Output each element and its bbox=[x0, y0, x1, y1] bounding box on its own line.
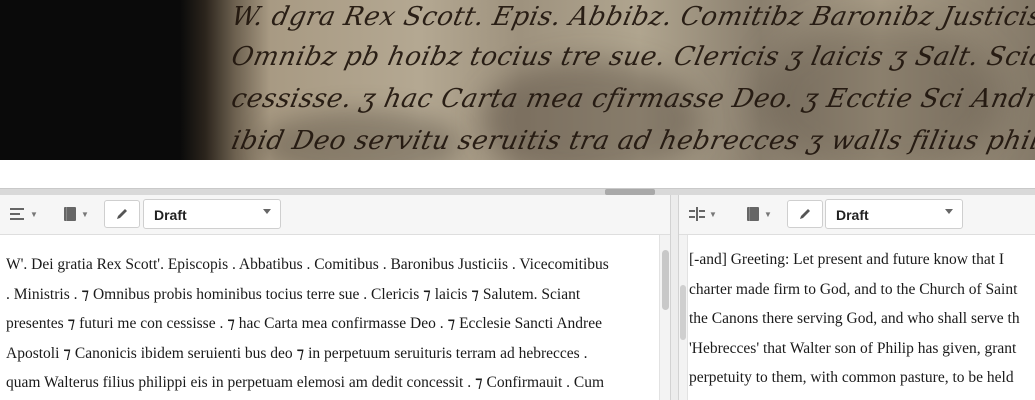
translation-line: 'Hebrecces' that Walter son of Philip ha… bbox=[689, 339, 1017, 357]
edit-button[interactable] bbox=[787, 200, 823, 228]
manuscript-line-1: W. dgra Rex Scott. Epis. Abbibz. Comitib… bbox=[228, 2, 1035, 32]
translation-text[interactable]: [-and] Greeting: Let present and future … bbox=[689, 245, 1020, 393]
transcription-toolbar: ▼ ▼ Draft bbox=[0, 195, 670, 235]
chevron-down-icon: ▼ bbox=[30, 209, 38, 219]
manuscript-line-3: cessisse. ʒ hac Carta mea cfirmasse Deo.… bbox=[228, 84, 1035, 114]
transcription-line: W'. Dei gratia Rex Scott'. Episcopis . A… bbox=[6, 256, 609, 273]
transcription-line: presentes ⁊ futuri me con cessisse . ⁊ h… bbox=[6, 315, 602, 332]
dropdown-arrow-icon bbox=[263, 209, 271, 214]
transcription-line: Apostoli ⁊ Canonicis ibidem seruienti bu… bbox=[6, 344, 588, 362]
dropdown-arrow-icon bbox=[945, 209, 953, 214]
translation-line: the Canons there serving God, and who sh… bbox=[689, 310, 1020, 327]
translation-toolbar: ▼ ▼ Draft bbox=[679, 195, 1035, 235]
vertical-splitter[interactable] bbox=[671, 195, 678, 400]
pencil-icon bbox=[800, 209, 810, 219]
transcription-text[interactable]: W'. Dei gratia Rex Scott'. Episcopis . A… bbox=[6, 250, 609, 398]
vertical-align-button[interactable]: ▼ bbox=[687, 201, 719, 227]
status-select[interactable]: Draft bbox=[143, 199, 281, 229]
translation-scrollbar[interactable] bbox=[679, 235, 688, 400]
align-left-icon bbox=[10, 208, 25, 220]
scrollbar-thumb[interactable] bbox=[662, 250, 669, 310]
transcription-panel: ▼ ▼ Draft W'. Dei gratia Rex Scott'. Epi… bbox=[0, 195, 671, 400]
align-button[interactable]: ▼ bbox=[8, 201, 40, 227]
edit-button[interactable] bbox=[104, 200, 140, 228]
translation-panel: ▼ ▼ Draft [-and] Greeting: Let present a… bbox=[678, 195, 1035, 400]
translation-line: charter made firm to God, and to the Chu… bbox=[689, 280, 1018, 298]
scrollbar-thumb[interactable] bbox=[680, 285, 686, 340]
chevron-down-icon: ▼ bbox=[81, 209, 89, 219]
image-gap bbox=[0, 160, 1035, 188]
transcription-line: quam Walterus filius philippi eis in per… bbox=[6, 374, 605, 391]
book-icon bbox=[64, 207, 77, 221]
transcription-line: . Ministris . ⁊ Omnibus probis hominibus… bbox=[6, 285, 581, 303]
vertical-align-icon bbox=[689, 207, 706, 221]
status-select-value: Draft bbox=[836, 207, 869, 223]
translation-line: perpetuity to them, with common pasture,… bbox=[689, 369, 1014, 386]
status-select[interactable]: Draft bbox=[825, 199, 963, 229]
status-select-value: Draft bbox=[154, 207, 187, 223]
chevron-down-icon: ▼ bbox=[764, 209, 772, 219]
pencil-icon bbox=[117, 209, 127, 219]
transcription-scrollbar[interactable] bbox=[659, 235, 670, 400]
manuscript-image: W. dgra Rex Scott. Epis. Abbibz. Comitib… bbox=[0, 0, 1035, 160]
chevron-down-icon: ▼ bbox=[709, 209, 717, 219]
manuscript-line-4: ibid Deo servitu seruitis tra ad hebrecc… bbox=[228, 126, 1035, 156]
book-button[interactable]: ▼ bbox=[743, 201, 775, 227]
book-button[interactable]: ▼ bbox=[60, 201, 92, 227]
manuscript-line-2: Omnibz pb hoibz tocius tre sue. Clericis… bbox=[228, 42, 1035, 72]
translation-line: [-and] Greeting: Let present and future … bbox=[689, 251, 1005, 268]
book-icon bbox=[747, 207, 760, 221]
